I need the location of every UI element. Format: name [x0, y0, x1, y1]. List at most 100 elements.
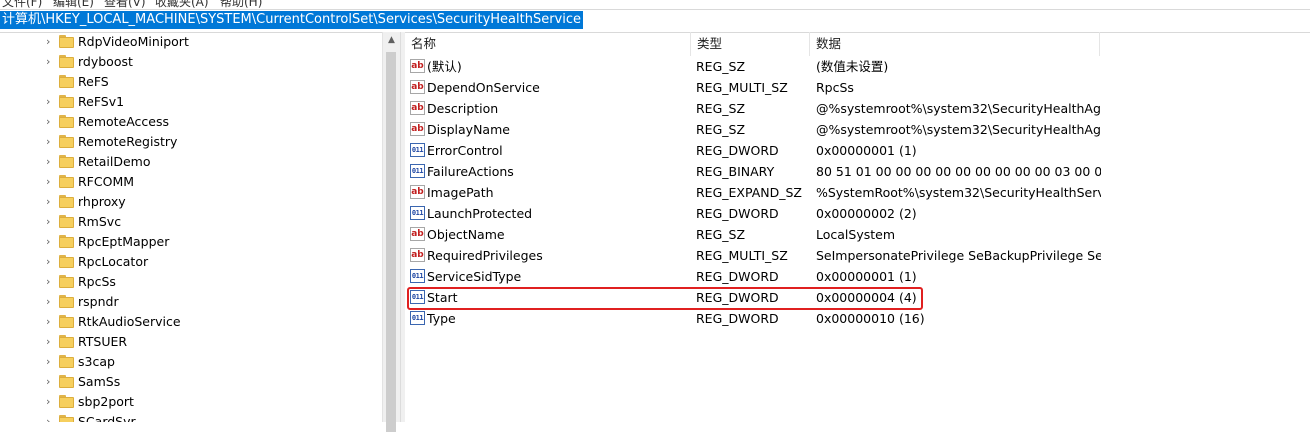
string-value-icon: ab: [410, 122, 425, 136]
tree-item[interactable]: › RmSvc: [0, 212, 382, 232]
tree-item-label: RTSUER: [78, 334, 128, 349]
column-data[interactable]: 数据: [810, 32, 1099, 56]
tree-item[interactable]: › RpcSs: [0, 272, 382, 292]
folder-icon: [59, 395, 74, 408]
value-row[interactable]: ab ImagePath REG_EXPAND_SZ %SystemRoot%\sys…: [405, 182, 1310, 203]
value-data: 0x00000004 (4): [816, 290, 917, 305]
tree-item[interactable]: › RetailDemo: [0, 152, 382, 172]
binary-value-icon: 011: [410, 269, 425, 283]
tree-item[interactable]: › sbp2port: [0, 392, 382, 412]
value-row[interactable]: 011 Type REG_DWORD 0x00000010 (16): [405, 308, 1310, 329]
value-row[interactable]: 011 LaunchProtected REG_DWORD 0x00000002 (2…: [405, 203, 1310, 224]
column-divider[interactable]: [1099, 32, 1100, 56]
folder-icon: [59, 95, 74, 108]
value-type: REG_BINARY: [696, 164, 775, 179]
key-tree: › RdpVideoMiniport › rdyboost ReFS › ReFSv1 › Re…: [0, 32, 382, 422]
chevron-right-icon[interactable]: ›: [46, 335, 56, 349]
chevron-right-icon[interactable]: ›: [46, 175, 56, 189]
tree-item[interactable]: › rspndr: [0, 292, 382, 312]
address-bar[interactable]: 计算机\HKEY_LOCAL_MACHINE\SYSTEM\CurrentCon…: [0, 9, 1310, 33]
binary-value-icon: 011: [410, 164, 425, 178]
value-data: (数值未设置): [816, 59, 889, 74]
value-row[interactable]: 011 Start REG_DWORD 0x00000004 (4): [405, 287, 1310, 308]
tree-item-label: rspndr: [78, 294, 119, 309]
tree-item-label: RdpVideoMiniport: [78, 34, 189, 49]
chevron-right-icon[interactable]: ›: [46, 355, 56, 369]
chevron-right-icon[interactable]: ›: [46, 255, 56, 269]
tree-item[interactable]: › RtkAudioService: [0, 312, 382, 332]
folder-icon: [59, 295, 74, 308]
tree-item-label: RmSvc: [78, 214, 122, 229]
tree-item[interactable]: › RTSUER: [0, 332, 382, 352]
value-name: DependOnService: [427, 80, 540, 95]
tree-item[interactable]: › rdyboost: [0, 52, 382, 72]
tree-item[interactable]: › SamSs: [0, 372, 382, 392]
chevron-right-icon[interactable]: ›: [46, 35, 56, 49]
chevron-right-icon[interactable]: ›: [46, 295, 56, 309]
tree-scrollbar[interactable]: ▲: [382, 32, 400, 432]
tree-item[interactable]: ReFS: [0, 72, 382, 92]
binary-value-icon: 011: [410, 311, 425, 325]
scroll-up-icon[interactable]: ▲: [383, 32, 400, 49]
scrollbar-thumb[interactable]: [386, 52, 396, 432]
chevron-right-icon[interactable]: ›: [46, 115, 56, 129]
tree-item[interactable]: › RpcEptMapper: [0, 232, 382, 252]
chevron-right-icon[interactable]: ›: [46, 215, 56, 229]
value-row[interactable]: ab DependOnService REG_MULTI_SZ RpcSs: [405, 77, 1310, 98]
menu-bar: 文件(F) 编辑(E) 查看(V) 收藏夹(A) 帮助(H): [0, 0, 1310, 8]
string-value-icon: ab: [410, 59, 425, 73]
menu-file[interactable]: 文件(F): [2, 0, 42, 8]
value-name: FailureActions: [427, 164, 514, 179]
binary-value-icon: 011: [410, 290, 425, 304]
tree-item-label: RemoteRegistry: [78, 134, 178, 149]
tree-item[interactable]: › RFCOMM: [0, 172, 382, 192]
tree-item[interactable]: › RemoteAccess: [0, 112, 382, 132]
value-row[interactable]: ab (默认) REG_SZ (数值未设置): [405, 56, 1310, 77]
folder-icon: [59, 135, 74, 148]
menu-help[interactable]: 帮助(H): [220, 0, 262, 8]
value-row[interactable]: 011 FailureActions REG_BINARY 80 51 01 00 0…: [405, 161, 1310, 182]
chevron-right-icon[interactable]: ›: [46, 395, 56, 409]
column-type[interactable]: 类型: [691, 32, 809, 56]
menu-view[interactable]: 查看(V): [104, 0, 146, 8]
chevron-right-icon[interactable]: ›: [46, 195, 56, 209]
value-row[interactable]: ab Description REG_SZ @%systemroot%\system3…: [405, 98, 1310, 119]
value-type: REG_SZ: [696, 227, 746, 242]
chevron-right-icon[interactable]: ›: [46, 55, 56, 69]
tree-item[interactable]: › RpcLocator: [0, 252, 382, 272]
tree-item[interactable]: › RdpVideoMiniport: [0, 32, 382, 52]
value-row[interactable]: ab RequiredPrivileges REG_MULTI_SZ SeImpers…: [405, 245, 1310, 266]
chevron-right-icon[interactable]: ›: [46, 275, 56, 289]
tree-item[interactable]: › s3cap: [0, 352, 382, 372]
value-data: @%systemroot%\system32\SecurityHealthAg.…: [816, 122, 1101, 137]
value-data: 0x00000001 (1): [816, 269, 917, 284]
value-row[interactable]: ab DisplayName REG_SZ @%systemroot%\system3…: [405, 119, 1310, 140]
tree-item[interactable]: › SCardSvr: [0, 412, 382, 422]
menu-favorites[interactable]: 收藏夹(A): [155, 0, 209, 8]
chevron-right-icon[interactable]: ›: [46, 235, 56, 249]
column-name[interactable]: 名称: [405, 32, 690, 56]
folder-icon: [59, 215, 74, 228]
value-type: REG_DWORD: [696, 290, 779, 305]
menu-edit[interactable]: 编辑(E): [53, 0, 94, 8]
value-data: LocalSystem: [816, 227, 896, 242]
value-row[interactable]: 011 ServiceSidType REG_DWORD 0x00000001 (1): [405, 266, 1310, 287]
tree-item[interactable]: › rhproxy: [0, 192, 382, 212]
chevron-right-icon[interactable]: ›: [46, 135, 56, 149]
tree-item[interactable]: › ReFSv1: [0, 92, 382, 112]
tree-item-label: RFCOMM: [78, 174, 135, 189]
folder-icon: [59, 275, 74, 288]
value-row[interactable]: ab ObjectName REG_SZ LocalSystem: [405, 224, 1310, 245]
chevron-right-icon[interactable]: ›: [46, 375, 56, 389]
chevron-right-icon[interactable]: ›: [46, 155, 56, 169]
value-data: %SystemRoot%\system32\SecurityHealthServ…: [816, 185, 1101, 200]
chevron-right-icon[interactable]: ›: [46, 315, 56, 329]
chevron-right-icon[interactable]: ›: [46, 415, 56, 422]
tree-item-label: rhproxy: [78, 194, 126, 209]
address-path[interactable]: 计算机\HKEY_LOCAL_MACHINE\SYSTEM\CurrentCon…: [0, 11, 584, 29]
chevron-right-icon[interactable]: ›: [46, 95, 56, 109]
tree-item[interactable]: › RemoteRegistry: [0, 132, 382, 152]
value-name: ErrorControl: [427, 143, 503, 158]
value-row[interactable]: 011 ErrorControl REG_DWORD 0x00000001 (1): [405, 140, 1310, 161]
folder-icon: [59, 195, 74, 208]
